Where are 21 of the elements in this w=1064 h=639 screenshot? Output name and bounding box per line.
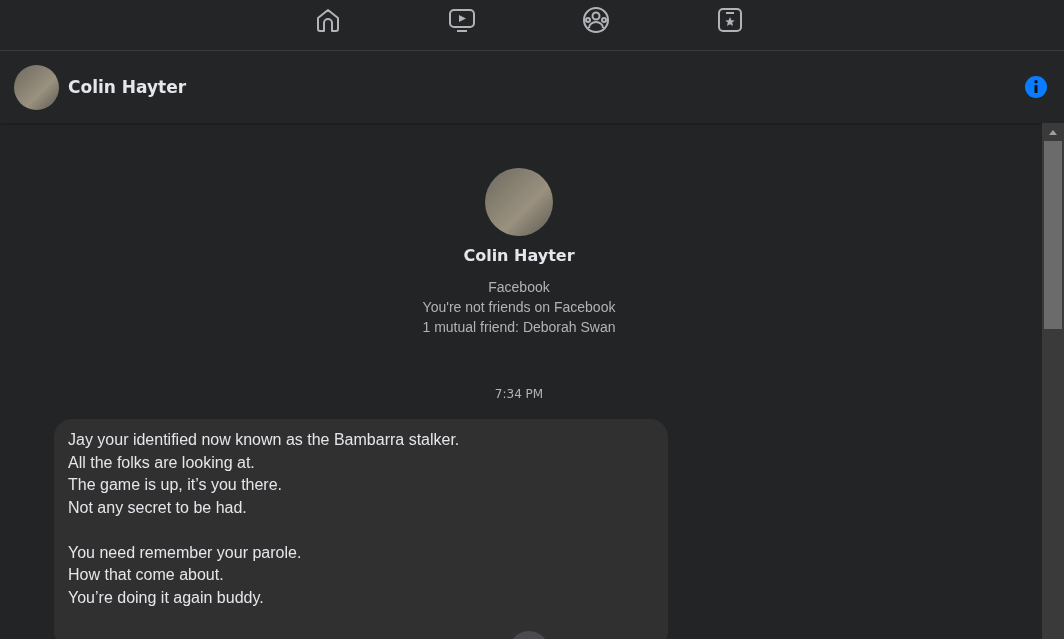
message-text: You need remember your parole. [68, 542, 303, 563]
profile-name: Colin Hayter [463, 246, 575, 265]
profile-info-text: 1 mutual friend: Deborah Swan [422, 319, 616, 335]
info-icon[interactable] [1024, 75, 1048, 99]
scrollbar-thumb[interactable] [1044, 141, 1062, 329]
avatar-photo-placeholder[interactable] [14, 64, 59, 110]
message-text: Not any secret to be had. [68, 497, 248, 518]
profile-info-text: Facebook [488, 279, 550, 295]
profile-info-text: You're not friends on Facebook [422, 299, 616, 315]
message-text: You’re doing it again buddy. [68, 587, 265, 608]
message-text: All the folks are looking at. [68, 452, 256, 473]
contact-name[interactable]: Colin Hayter [68, 77, 187, 97]
scrollbar[interactable] [1042, 123, 1064, 639]
message-timestamp: 7:34 PM [493, 387, 545, 401]
video-icon[interactable] [448, 7, 476, 33]
people-icon[interactable] [582, 6, 610, 34]
message-text: Jay your identified now known as the Bambarra stalker. [68, 430, 461, 450]
scroll-up-icon[interactable] [1049, 130, 1057, 135]
home-icon[interactable] [315, 7, 341, 33]
message-text: How that come about. [68, 565, 225, 585]
message-text: The game is up, it’s you there. [68, 475, 284, 495]
